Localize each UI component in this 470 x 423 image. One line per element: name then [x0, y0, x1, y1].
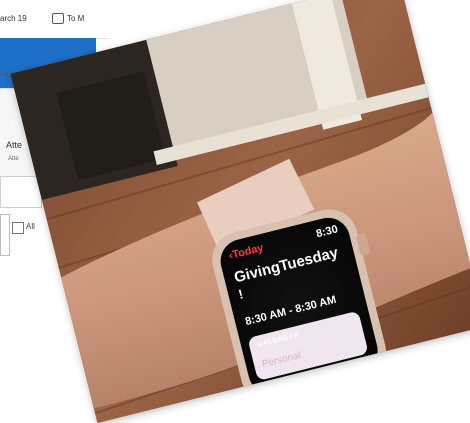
calendar-label: CALENDAR — [256, 331, 301, 349]
side-field[interactable] — [0, 214, 10, 256]
input-box[interactable] — [0, 176, 42, 208]
event-title-line2: ! — [236, 286, 245, 302]
all-day-label: All — [26, 222, 35, 231]
watch-clock: 8:30 — [314, 223, 340, 241]
calendar-toolbar: arch 19 To M — [0, 0, 110, 39]
attendees-label: Atte — [6, 140, 23, 150]
all-day-checkbox[interactable] — [12, 222, 24, 234]
calendar-value: Personal — [260, 350, 302, 371]
attendees-sublabel: Atte — [8, 156, 19, 162]
calendar-icon — [52, 13, 64, 24]
to-my-calendar-label: To M — [67, 14, 85, 23]
today-back-button[interactable]: ‹Today — [228, 242, 265, 262]
to-my-calendar-button[interactable]: To M — [52, 13, 84, 24]
date-text: arch 19 — [0, 14, 27, 23]
